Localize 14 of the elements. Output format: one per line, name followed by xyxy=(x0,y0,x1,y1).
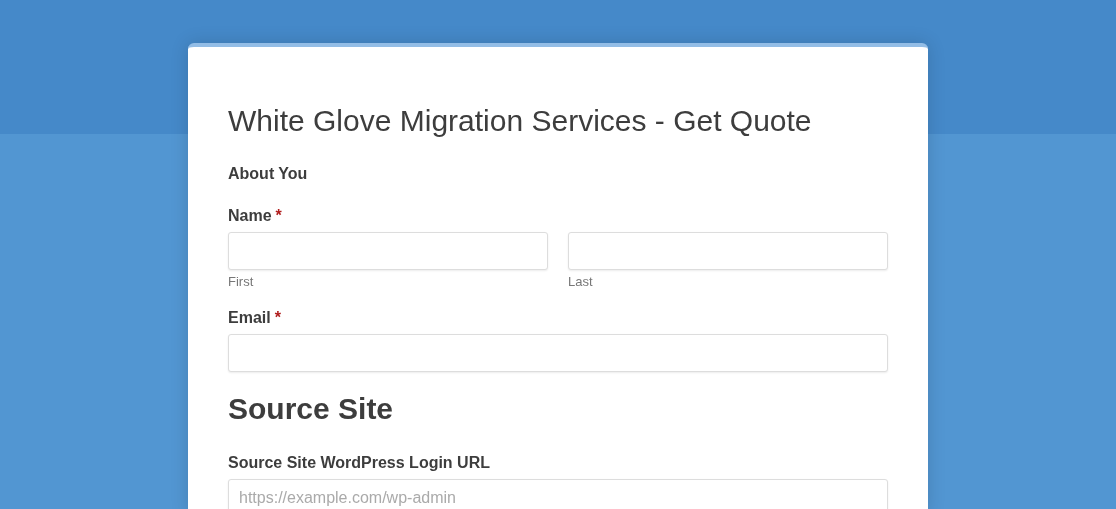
section-subheading: About You xyxy=(228,165,309,183)
field-label: Name xyxy=(228,207,272,225)
field-sublabel: First xyxy=(228,274,255,289)
form-title: White Glove Migration Services - Get Quote xyxy=(228,103,813,139)
input-field[interactable]: https://example.com/wp-admin xyxy=(228,479,888,509)
section-heading: Source Site xyxy=(228,392,395,426)
input-field[interactable] xyxy=(568,232,888,270)
field-sublabel: Last xyxy=(568,274,594,289)
field-label: Email xyxy=(228,309,271,327)
input-field[interactable] xyxy=(228,232,548,270)
required-mark: * xyxy=(274,309,281,327)
required-mark: * xyxy=(275,207,282,225)
field-label: Source Site WordPress Login URL xyxy=(228,454,490,472)
input-field[interactable] xyxy=(228,334,888,372)
